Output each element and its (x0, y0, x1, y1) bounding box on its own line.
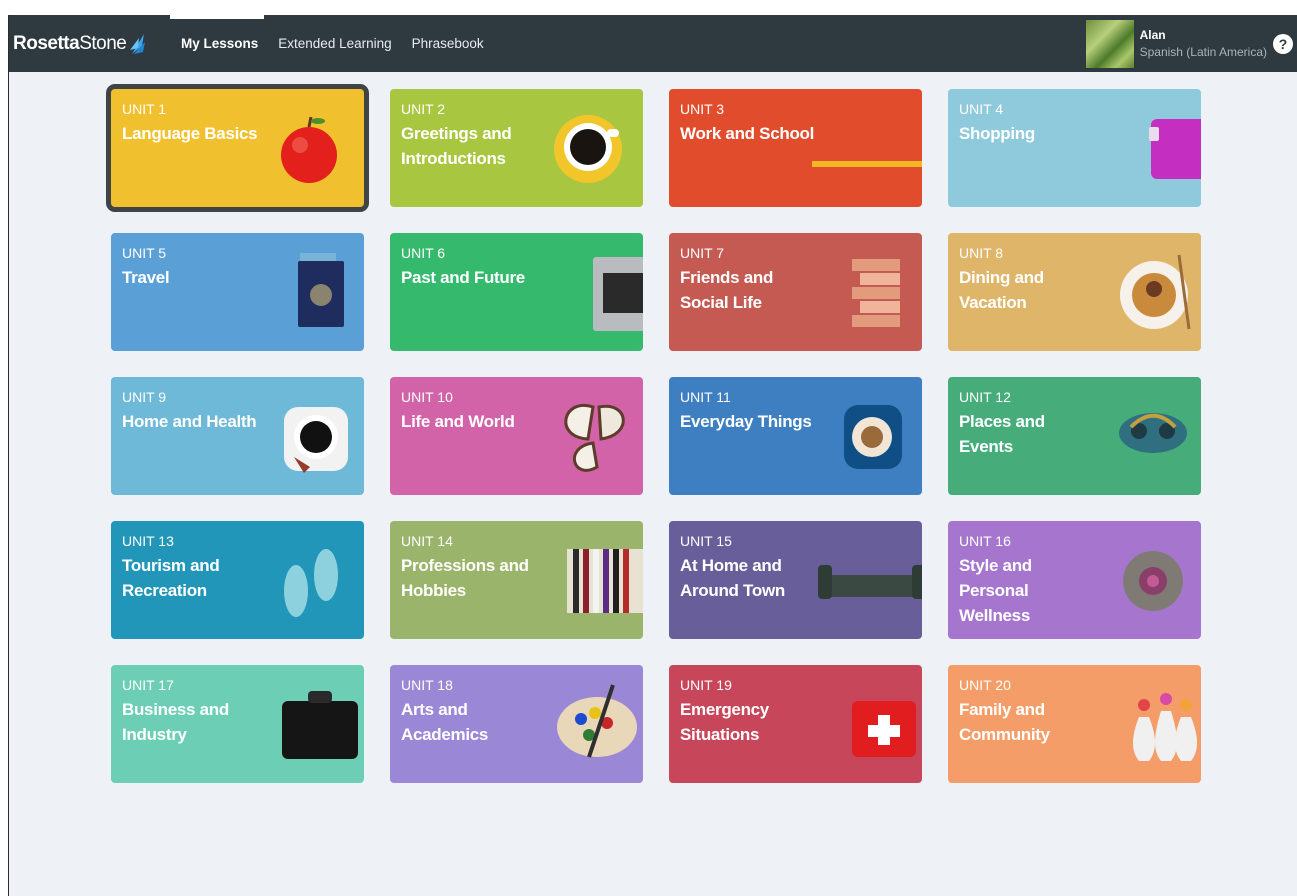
unit-title: Greetings and Introductions (401, 124, 512, 168)
unit-card[interactable]: UNIT 6 Past and Future (390, 233, 643, 351)
unit-title: Emergency Situations (680, 700, 769, 744)
unit-title: Professions and Hobbies (401, 556, 529, 600)
unit-card[interactable]: UNIT 12 Places and Events (948, 377, 1201, 495)
unit-number: UNIT 5 (122, 245, 167, 261)
apple-icon (281, 116, 337, 183)
logo-stone-icon (130, 34, 146, 54)
unit-card[interactable]: UNIT 16 Style and Personal Wellness (948, 521, 1201, 639)
unit-number: UNIT 20 (959, 677, 1011, 693)
unit-card[interactable]: UNIT 8 Dining and Vacation (948, 233, 1201, 351)
unit-card[interactable]: UNIT 19 Emergency Situations (669, 665, 922, 783)
app-window: Rosetta Stone My Lessons Extended Learnin… (8, 15, 1297, 896)
avatar (1085, 19, 1134, 68)
unit-title: Places and Events (959, 412, 1045, 456)
user-language: Spanish (Latin America) (1139, 45, 1267, 59)
nav-phrasebook[interactable]: Phrasebook (412, 15, 484, 72)
unit-number: UNIT 2 (401, 101, 446, 117)
unit-number: UNIT 9 (122, 389, 167, 405)
unit-card[interactable]: UNIT 14 Professions and Hobbies (390, 521, 643, 639)
unit-number: UNIT 10 (401, 389, 453, 405)
carnival-mask-icon (1119, 413, 1187, 453)
unit-number: UNIT 1 (122, 101, 167, 117)
unit-card[interactable]: UNIT 17 Business and Industry (111, 665, 364, 783)
unit-number: UNIT 11 (680, 389, 731, 405)
unit-card[interactable]: UNIT 4 Shopping (948, 89, 1201, 207)
flower-vases-icon (1133, 693, 1197, 761)
unit-title: Tourism and Recreation (122, 556, 220, 600)
pencil-icon (812, 161, 922, 167)
tea-cup-icon (284, 407, 348, 473)
unit-card[interactable]: UNIT 18 Arts and Academics (390, 665, 643, 783)
butterfly-icon (564, 403, 625, 472)
unit-card[interactable]: UNIT 11 Everyday Things (669, 377, 922, 495)
unit-title: Shopping (959, 124, 1035, 143)
flip-flops-icon (284, 549, 338, 617)
unit-title: Style and Personal Wellness (959, 556, 1032, 625)
main-nav: My Lessons Extended Learning Phrasebook (169, 15, 504, 72)
unit-title: Life and World (401, 412, 515, 431)
pasta-plate-icon (1120, 254, 1191, 330)
unit-number: UNIT 17 (122, 677, 174, 693)
laptop-icon (593, 257, 643, 331)
unit-title: Travel (122, 268, 170, 287)
nav-extended-learning[interactable]: Extended Learning (278, 15, 391, 72)
unit-title: Dining and Vacation (959, 268, 1044, 312)
unit-title: Home and Health (122, 412, 257, 431)
unit-number: UNIT 16 (959, 533, 1011, 549)
unit-title: Language Basics (122, 124, 258, 143)
help-icon[interactable]: ? (1273, 34, 1293, 54)
unit-number: UNIT 18 (401, 677, 453, 693)
unit-number: UNIT 8 (959, 245, 1004, 261)
unit-card[interactable]: UNIT 13 Tourism and Recreation (111, 521, 364, 639)
unit-title: At Home and Around Town (680, 556, 785, 600)
unit-number: UNIT 19 (680, 677, 732, 693)
nav-my-lessons[interactable]: My Lessons (169, 15, 265, 72)
unit-number: UNIT 15 (680, 533, 732, 549)
blocks-tower-icon (852, 259, 900, 327)
unit-number: UNIT 6 (401, 245, 446, 261)
unit-number: UNIT 3 (680, 101, 725, 117)
wallet-icon (1149, 119, 1201, 179)
unit-title: Past and Future (401, 268, 525, 287)
latte-icon (844, 405, 902, 469)
logo-text-light: Stone (79, 33, 127, 54)
flower-stone-icon (1123, 551, 1183, 611)
unit-grid: UNIT 1 Language Basics UNIT 2 Greetings and… (106, 84, 1201, 783)
unit-title: Business and Industry (122, 700, 229, 744)
unit-card[interactable]: UNIT 15 At Home and Around Town (669, 521, 922, 639)
unit-card[interactable]: UNIT 1 Language Basics (106, 84, 369, 212)
unit-title: Work and School (680, 124, 815, 143)
passport-icon (298, 253, 344, 327)
unit-number: UNIT 12 (959, 389, 1011, 405)
unit-title: Arts and Academics (401, 700, 489, 744)
logo-text-bold: Rosetta (13, 33, 80, 54)
sofa-icon (818, 565, 922, 599)
unit-title: Everyday Things (680, 412, 812, 431)
first-aid-kit-icon (852, 701, 916, 757)
user-profile[interactable]: Alan Spanish (Latin America) (1085, 17, 1267, 70)
unit-number: UNIT 4 (959, 101, 1004, 117)
unit-card[interactable]: UNIT 7 Friends and Social Life (669, 233, 922, 351)
unit-number: UNIT 7 (680, 245, 725, 261)
unit-title: Friends and Social Life (680, 268, 774, 312)
unit-card[interactable]: UNIT 9 Home and Health (111, 377, 364, 495)
unit-card[interactable]: UNIT 20 Family and Community (948, 665, 1201, 783)
unit-title: Family and Community (959, 700, 1050, 744)
briefcase-icon (282, 691, 358, 759)
paint-palette-icon (557, 684, 637, 758)
unit-card[interactable]: UNIT 3 Work and School (669, 89, 922, 207)
unit-number: UNIT 13 (122, 533, 174, 549)
user-info: Alan Spanish (Latin America) (1140, 28, 1267, 59)
coffee-cup-icon (554, 115, 622, 183)
books-icon (567, 549, 643, 613)
unit-card[interactable]: UNIT 10 Life and World (390, 377, 643, 495)
rosetta-stone-logo[interactable]: Rosetta Stone (13, 29, 147, 59)
unit-number: UNIT 14 (401, 533, 453, 549)
user-name: Alan (1139, 28, 1166, 42)
unit-card[interactable]: UNIT 2 Greetings and Introductions (390, 89, 643, 207)
top-navigation-bar: Rosetta Stone My Lessons Extended Learnin… (9, 15, 1297, 72)
unit-card[interactable]: UNIT 5 Travel (111, 233, 364, 351)
